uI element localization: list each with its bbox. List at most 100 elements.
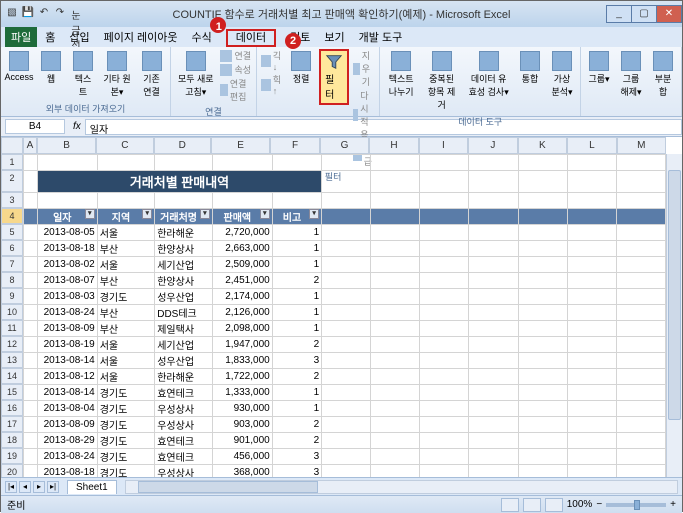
col-header-F[interactable]: F	[270, 137, 319, 154]
row-header-1[interactable]: 1	[1, 154, 23, 170]
name-box[interactable]: B4	[5, 119, 65, 134]
menu-pagelayout[interactable]: 페이지 레이아웃	[98, 27, 184, 47]
zoom-slider[interactable]	[606, 503, 666, 507]
row-header-2[interactable]: 2	[1, 170, 23, 192]
menu-data[interactable]: 데이터	[226, 29, 276, 47]
col-header-H[interactable]: H	[369, 137, 418, 154]
select-all-corner[interactable]	[1, 137, 23, 154]
excel-icon: ▧	[5, 7, 19, 21]
view-normal[interactable]	[501, 498, 519, 512]
row-header-8[interactable]: 8	[1, 272, 23, 288]
btn-prop[interactable]: 속성	[220, 63, 251, 76]
row-header-20[interactable]: 20	[1, 464, 23, 477]
fx-icon[interactable]: fx	[69, 121, 85, 132]
sheet-tab-bar: |◂ ◂ ▸ ▸| Sheet1	[1, 477, 682, 495]
col-header-M[interactable]: M	[617, 137, 666, 154]
col-header-I[interactable]: I	[419, 137, 468, 154]
menu-home[interactable]: 홈	[39, 27, 61, 47]
window-controls: _ ▢ ✕	[607, 5, 682, 23]
row-header-13[interactable]: 13	[1, 352, 23, 368]
row-header-9[interactable]: 9	[1, 288, 23, 304]
row-header-17[interactable]: 17	[1, 416, 23, 432]
btn-reapply[interactable]: 다시 적용	[353, 89, 375, 141]
btn-existing[interactable]: 기존 연결	[137, 49, 166, 100]
close-button[interactable]: ✕	[656, 5, 682, 23]
btn-clear[interactable]: 지우기	[353, 49, 375, 88]
qa-option[interactable]: 눈금선	[69, 7, 83, 21]
btn-ungroup[interactable]: 그룹 해제▾	[617, 49, 645, 100]
btn-group[interactable]: 그룹▾	[585, 49, 613, 87]
row-header-5[interactable]: 5	[1, 224, 23, 240]
funnel-icon	[325, 53, 343, 71]
col-header-B[interactable]: B	[37, 137, 96, 154]
btn-access[interactable]: Access	[5, 49, 33, 84]
btn-removedup[interactable]: 중복된 항목 제거	[422, 49, 461, 113]
col-header-A[interactable]: A	[23, 137, 37, 154]
col-header-G[interactable]: G	[320, 137, 369, 154]
row-header-18[interactable]: 18	[1, 432, 23, 448]
btn-refresh[interactable]: 모두 새로 고침▾	[175, 49, 216, 100]
menu-view[interactable]: 보기	[318, 27, 350, 47]
tab-nav-next[interactable]: ▸	[33, 481, 45, 493]
btn-sort[interactable]: 정렬	[287, 49, 315, 87]
btn-other[interactable]: 기타 원본▾	[101, 49, 133, 100]
row-header-12[interactable]: 12	[1, 336, 23, 352]
row-header-15[interactable]: 15	[1, 384, 23, 400]
btn-consolidate[interactable]: 통합	[516, 49, 544, 87]
save-icon[interactable]: 💾	[21, 7, 35, 21]
undo-icon[interactable]: ↶	[37, 7, 51, 21]
col-header-L[interactable]: L	[567, 137, 616, 154]
annotation-1: 1	[210, 17, 226, 33]
ribbon: Access 웹 텍스트 기타 원본▾ 기존 연결 외부 데이터 가져오기 모두…	[1, 47, 682, 117]
col-header-C[interactable]: C	[96, 137, 153, 154]
status-ready: 준비	[7, 497, 25, 512]
worksheet-grid[interactable]: ABCDEFGHIJKLM 12345678910111213141516171…	[1, 137, 682, 477]
btn-editlinks[interactable]: 연결 편집	[220, 77, 251, 103]
btn-validation[interactable]: 데이터 유효성 검사▾	[465, 49, 512, 100]
row-header-10[interactable]: 10	[1, 304, 23, 320]
cells-area[interactable]: 거래처별 판매내역일자▾지역▾거래처명▾판매액▾비고▾2013-08-05서울한…	[23, 154, 666, 477]
row-header-19[interactable]: 19	[1, 448, 23, 464]
tab-nav-last[interactable]: ▸|	[47, 481, 59, 493]
zoom-in[interactable]: +	[670, 499, 676, 510]
vertical-scrollbar[interactable]	[666, 154, 682, 477]
btn-sort-asc[interactable]: 긱↓	[261, 49, 283, 72]
maximize-button[interactable]: ▢	[631, 5, 657, 23]
col-header-E[interactable]: E	[211, 137, 270, 154]
btn-text[interactable]: 텍스트	[69, 49, 97, 100]
btn-web[interactable]: 웹	[37, 49, 65, 87]
view-pagebreak[interactable]	[545, 498, 563, 512]
row-header-6[interactable]: 6	[1, 240, 23, 256]
btn-whatif[interactable]: 가상 분석▾	[548, 49, 576, 100]
annotation-2: 2	[285, 33, 301, 49]
formula-input[interactable]: 일자	[85, 119, 682, 135]
col-header-J[interactable]: J	[468, 137, 517, 154]
column-headers[interactable]: ABCDEFGHIJKLM	[23, 137, 666, 154]
row-header-3[interactable]: 3	[1, 192, 23, 208]
view-layout[interactable]	[523, 498, 541, 512]
minimize-button[interactable]: _	[606, 5, 632, 23]
redo-icon[interactable]: ↷	[53, 7, 67, 21]
horizontal-scrollbar[interactable]	[125, 480, 678, 494]
menu-developer[interactable]: 개발 도구	[353, 27, 409, 47]
row-header-4[interactable]: 4	[1, 208, 23, 224]
row-header-11[interactable]: 11	[1, 320, 23, 336]
tab-nav-prev[interactable]: ◂	[19, 481, 31, 493]
btn-filter[interactable]: 필터	[319, 49, 349, 105]
col-header-D[interactable]: D	[154, 137, 211, 154]
zoom-out[interactable]: −	[596, 499, 602, 510]
row-header-16[interactable]: 16	[1, 400, 23, 416]
row-headers[interactable]: 1234567891011121314151617181920212223	[1, 154, 23, 477]
row-header-14[interactable]: 14	[1, 368, 23, 384]
btn-texttocol[interactable]: 텍스트 나누기	[384, 49, 417, 100]
btn-conn[interactable]: 연결	[220, 49, 251, 62]
status-bar: 준비 100% − +	[1, 495, 682, 513]
row-header-7[interactable]: 7	[1, 256, 23, 272]
menu-file[interactable]: 파일	[5, 27, 37, 47]
btn-subtotal[interactable]: 부분합	[649, 49, 677, 100]
btn-sort-desc[interactable]: 힉↑	[261, 73, 283, 96]
tab-nav-first[interactable]: |◂	[5, 481, 17, 493]
sheet-tab[interactable]: Sheet1	[67, 480, 117, 494]
menubar: 파일 홈 삽입 페이지 레이아웃 수식 1 데이터 검토 보기 개발 도구	[1, 27, 682, 47]
col-header-K[interactable]: K	[518, 137, 567, 154]
